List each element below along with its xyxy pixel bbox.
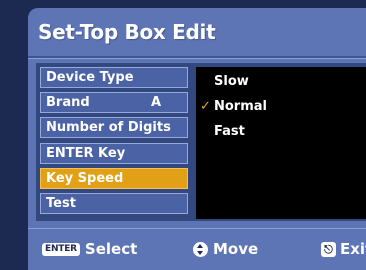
menu-item-label: Brand — [46, 95, 90, 111]
menu-item-label: Test — [46, 195, 76, 211]
exit-label: Exit — [340, 240, 366, 258]
option-slow[interactable]: Slow — [214, 74, 249, 89]
dialog-title: Set-Top Box Edit — [38, 20, 216, 44]
menu-item-number-of-digits[interactable]: Number of Digits — [40, 117, 188, 139]
option-fast[interactable]: Fast — [214, 124, 245, 139]
menu-item-brand[interactable]: Brand A — [40, 92, 188, 114]
option-normal[interactable]: Normal — [214, 99, 267, 114]
exit-hint[interactable]: ⎋ Exit — [321, 240, 366, 258]
menu-item-label: Device Type — [46, 70, 134, 85]
up-down-icon — [193, 241, 208, 257]
checkmark-icon: ✓ — [200, 99, 211, 114]
select-label: Select — [84, 240, 138, 258]
select-hint[interactable]: ENTER Select — [42, 240, 137, 258]
menu-item-device-type[interactable]: Device Type — [40, 67, 188, 88]
settings-menu: Device Type Brand A Number of Digits ENT… — [40, 67, 188, 218]
title-divider — [28, 56, 366, 59]
brand-value: A — [150, 95, 161, 111]
menu-item-label: Number of Digits — [46, 120, 171, 136]
menu-item-test[interactable]: Test — [40, 192, 188, 214]
enter-key-icon: ENTER — [42, 242, 80, 256]
menu-item-label: ENTER Key — [46, 145, 126, 161]
move-label: Move — [213, 240, 259, 258]
exit-icon: ⎋ — [321, 241, 336, 257]
options-panel: Slow ✓ Normal Fast — [196, 67, 366, 219]
footer-divider — [28, 228, 366, 229]
menu-item-label: Key Speed — [46, 170, 124, 186]
move-hint[interactable]: Move — [193, 240, 258, 258]
menu-item-key-speed[interactable]: Key Speed — [40, 167, 188, 189]
menu-item-enter-key[interactable]: ENTER Key — [40, 142, 188, 164]
